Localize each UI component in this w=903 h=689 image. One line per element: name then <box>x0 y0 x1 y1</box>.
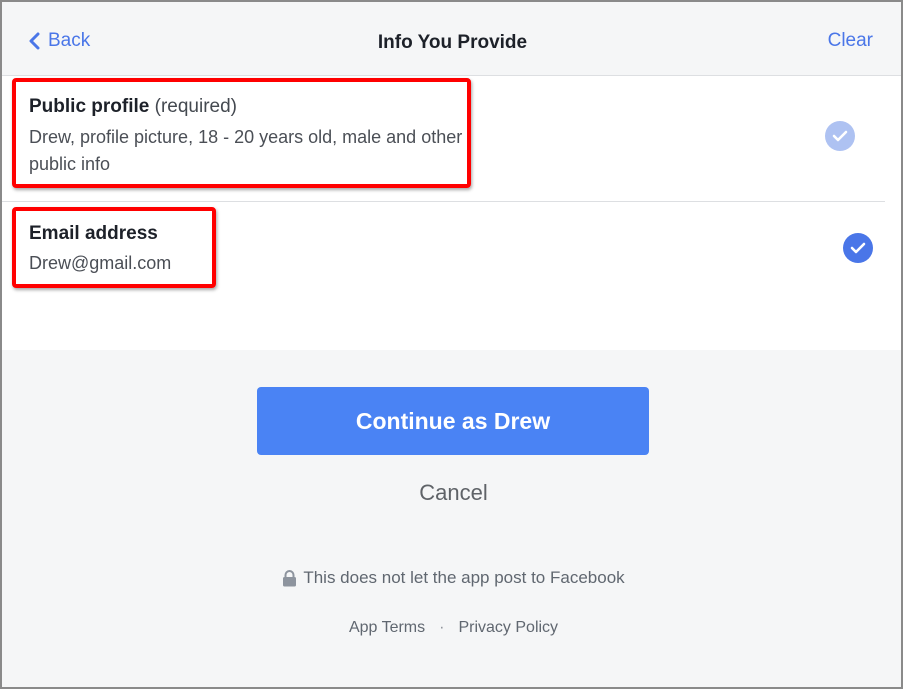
continue-button[interactable]: Continue as Drew <box>257 387 649 455</box>
cancel-button[interactable]: Cancel <box>2 480 901 506</box>
checkmark-icon <box>850 242 866 254</box>
privacy-policy-link[interactable]: Privacy Policy <box>458 619 558 637</box>
privacy-note: This does not let the app post to Facebo… <box>2 568 901 588</box>
footer-links: App Terms · Privacy Policy <box>2 619 901 637</box>
separator-dot: · <box>439 619 445 636</box>
permissions-list: Public profile (required) Drew, profile … <box>2 76 901 350</box>
dialog-frame: Back Info You Provide Clear Public profi… <box>0 0 903 689</box>
checkmark-icon <box>832 130 848 142</box>
page-title: Info You Provide <box>377 32 528 53</box>
highlight-box-public-profile <box>12 78 471 188</box>
lock-icon <box>283 569 297 586</box>
check-icon-public-profile[interactable] <box>825 121 855 151</box>
privacy-note-text: This does not let the app post to Facebo… <box>303 568 625 587</box>
highlight-box-email <box>12 207 216 288</box>
check-icon-email[interactable] <box>843 233 873 263</box>
clear-button[interactable]: Clear <box>828 30 873 52</box>
app-terms-link[interactable]: App Terms <box>349 619 425 637</box>
header-bar: Back Info You Provide Clear <box>2 2 901 76</box>
